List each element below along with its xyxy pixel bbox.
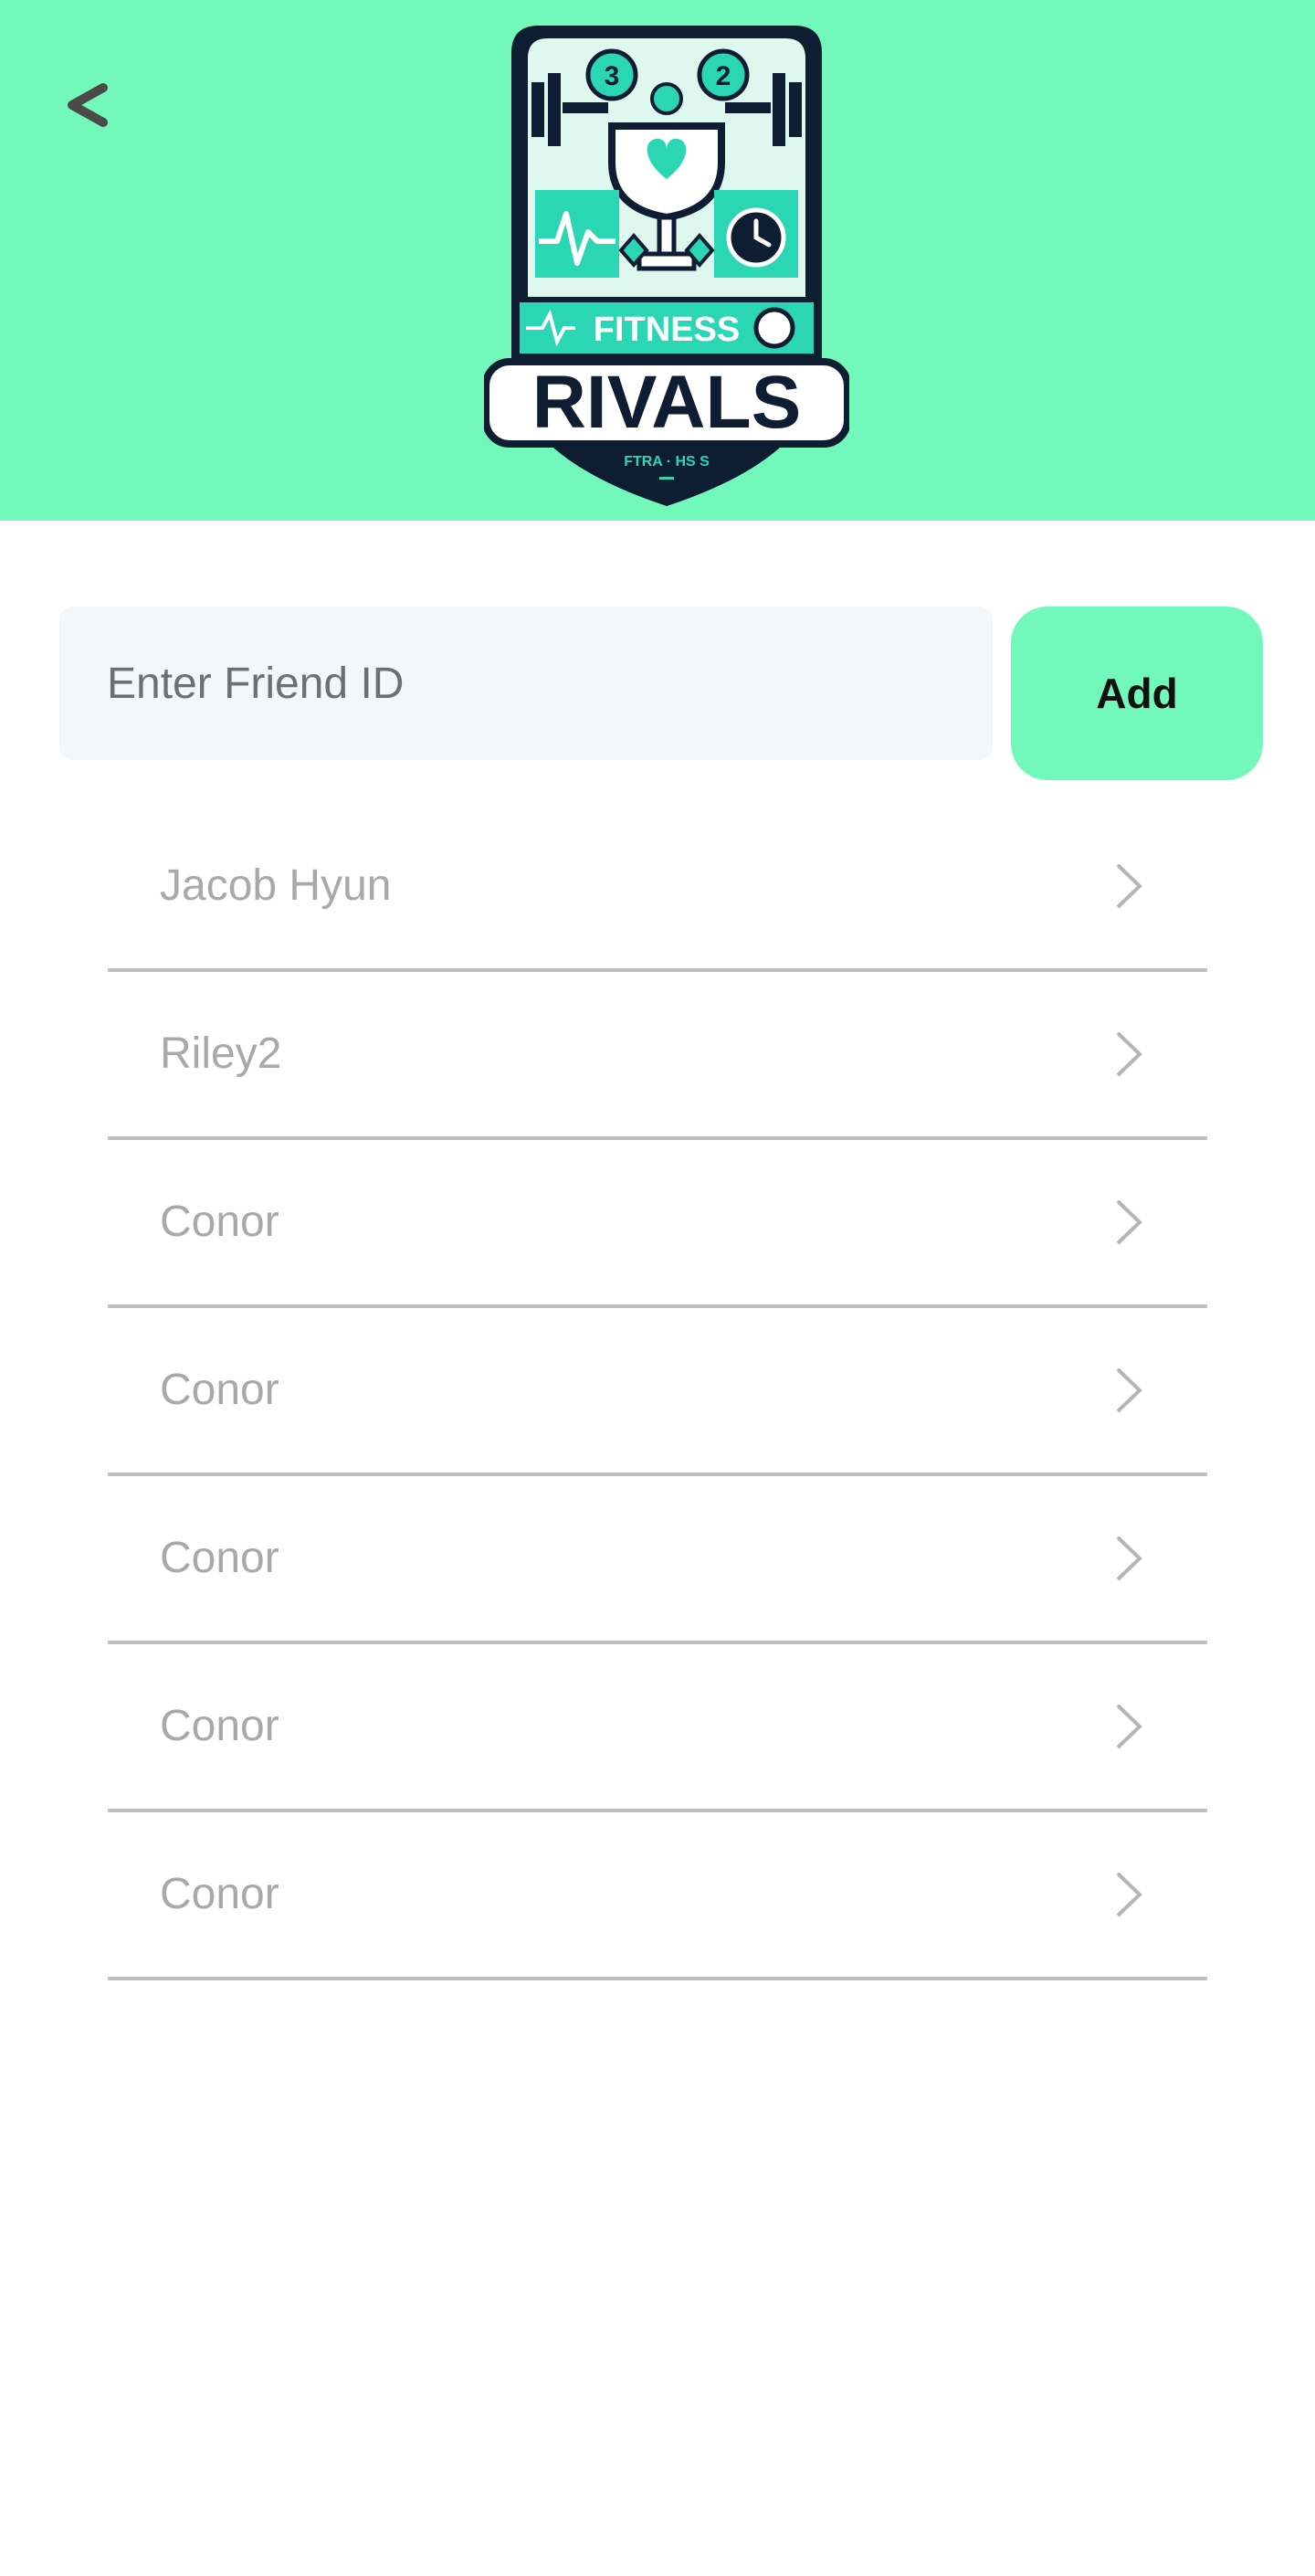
logo-badge-left: 3	[605, 61, 620, 91]
friend-name: Jacob Hyun	[160, 861, 392, 910]
fitness-rivals-logo: 3 2 FITNESS RIVALS FTRA · HS S	[484, 26, 849, 506]
friend-list-item[interactable]: Riley2	[108, 972, 1207, 1140]
chevron-right-icon	[1112, 1366, 1145, 1415]
friend-name: Conor	[160, 1366, 279, 1414]
logo-tagline: FTRA · HS S	[624, 454, 710, 470]
friend-name: Conor	[160, 1198, 279, 1246]
friend-name: Conor	[160, 1870, 279, 1918]
logo-fitness-text: FITNESS	[594, 311, 740, 349]
friend-list-item[interactable]: Jacob Hyun	[108, 804, 1207, 972]
chevron-right-icon	[1112, 1198, 1145, 1247]
chevron-right-icon	[1112, 1534, 1145, 1583]
chevron-right-icon	[1112, 1029, 1145, 1079]
friend-list-item[interactable]: Conor	[108, 1308, 1207, 1476]
friend-list-item[interactable]: Conor	[108, 1644, 1207, 1812]
app-header: 3 2 FITNESS RIVALS FTRA · HS S	[0, 0, 1315, 521]
friend-list-item[interactable]: Conor	[108, 1476, 1207, 1644]
friend-list-item[interactable]: Conor	[108, 1140, 1207, 1308]
friend-name: Riley2	[160, 1029, 282, 1078]
friend-id-input[interactable]	[59, 607, 993, 760]
friend-name: Conor	[160, 1534, 279, 1582]
friend-list: Jacob Hyun Riley2 Conor Conor Conor Cono…	[108, 804, 1207, 1980]
friend-list-item[interactable]: Conor	[108, 1812, 1207, 1980]
logo-badge-right: 2	[716, 61, 731, 91]
chevron-left-icon	[68, 83, 108, 127]
friends-page: 3 2 FITNESS RIVALS FTRA · HS S Enter Fri…	[0, 0, 1315, 2576]
back-button[interactable]	[53, 64, 122, 146]
friend-name: Conor	[160, 1702, 279, 1750]
logo-rivals-text: RIVALS	[532, 361, 802, 444]
chevron-right-icon	[1112, 1870, 1145, 1919]
chevron-right-icon	[1112, 1702, 1145, 1751]
add-friend-form: Add	[59, 607, 1263, 780]
add-friend-button[interactable]: Add	[1011, 607, 1263, 780]
chevron-right-icon	[1112, 861, 1145, 911]
